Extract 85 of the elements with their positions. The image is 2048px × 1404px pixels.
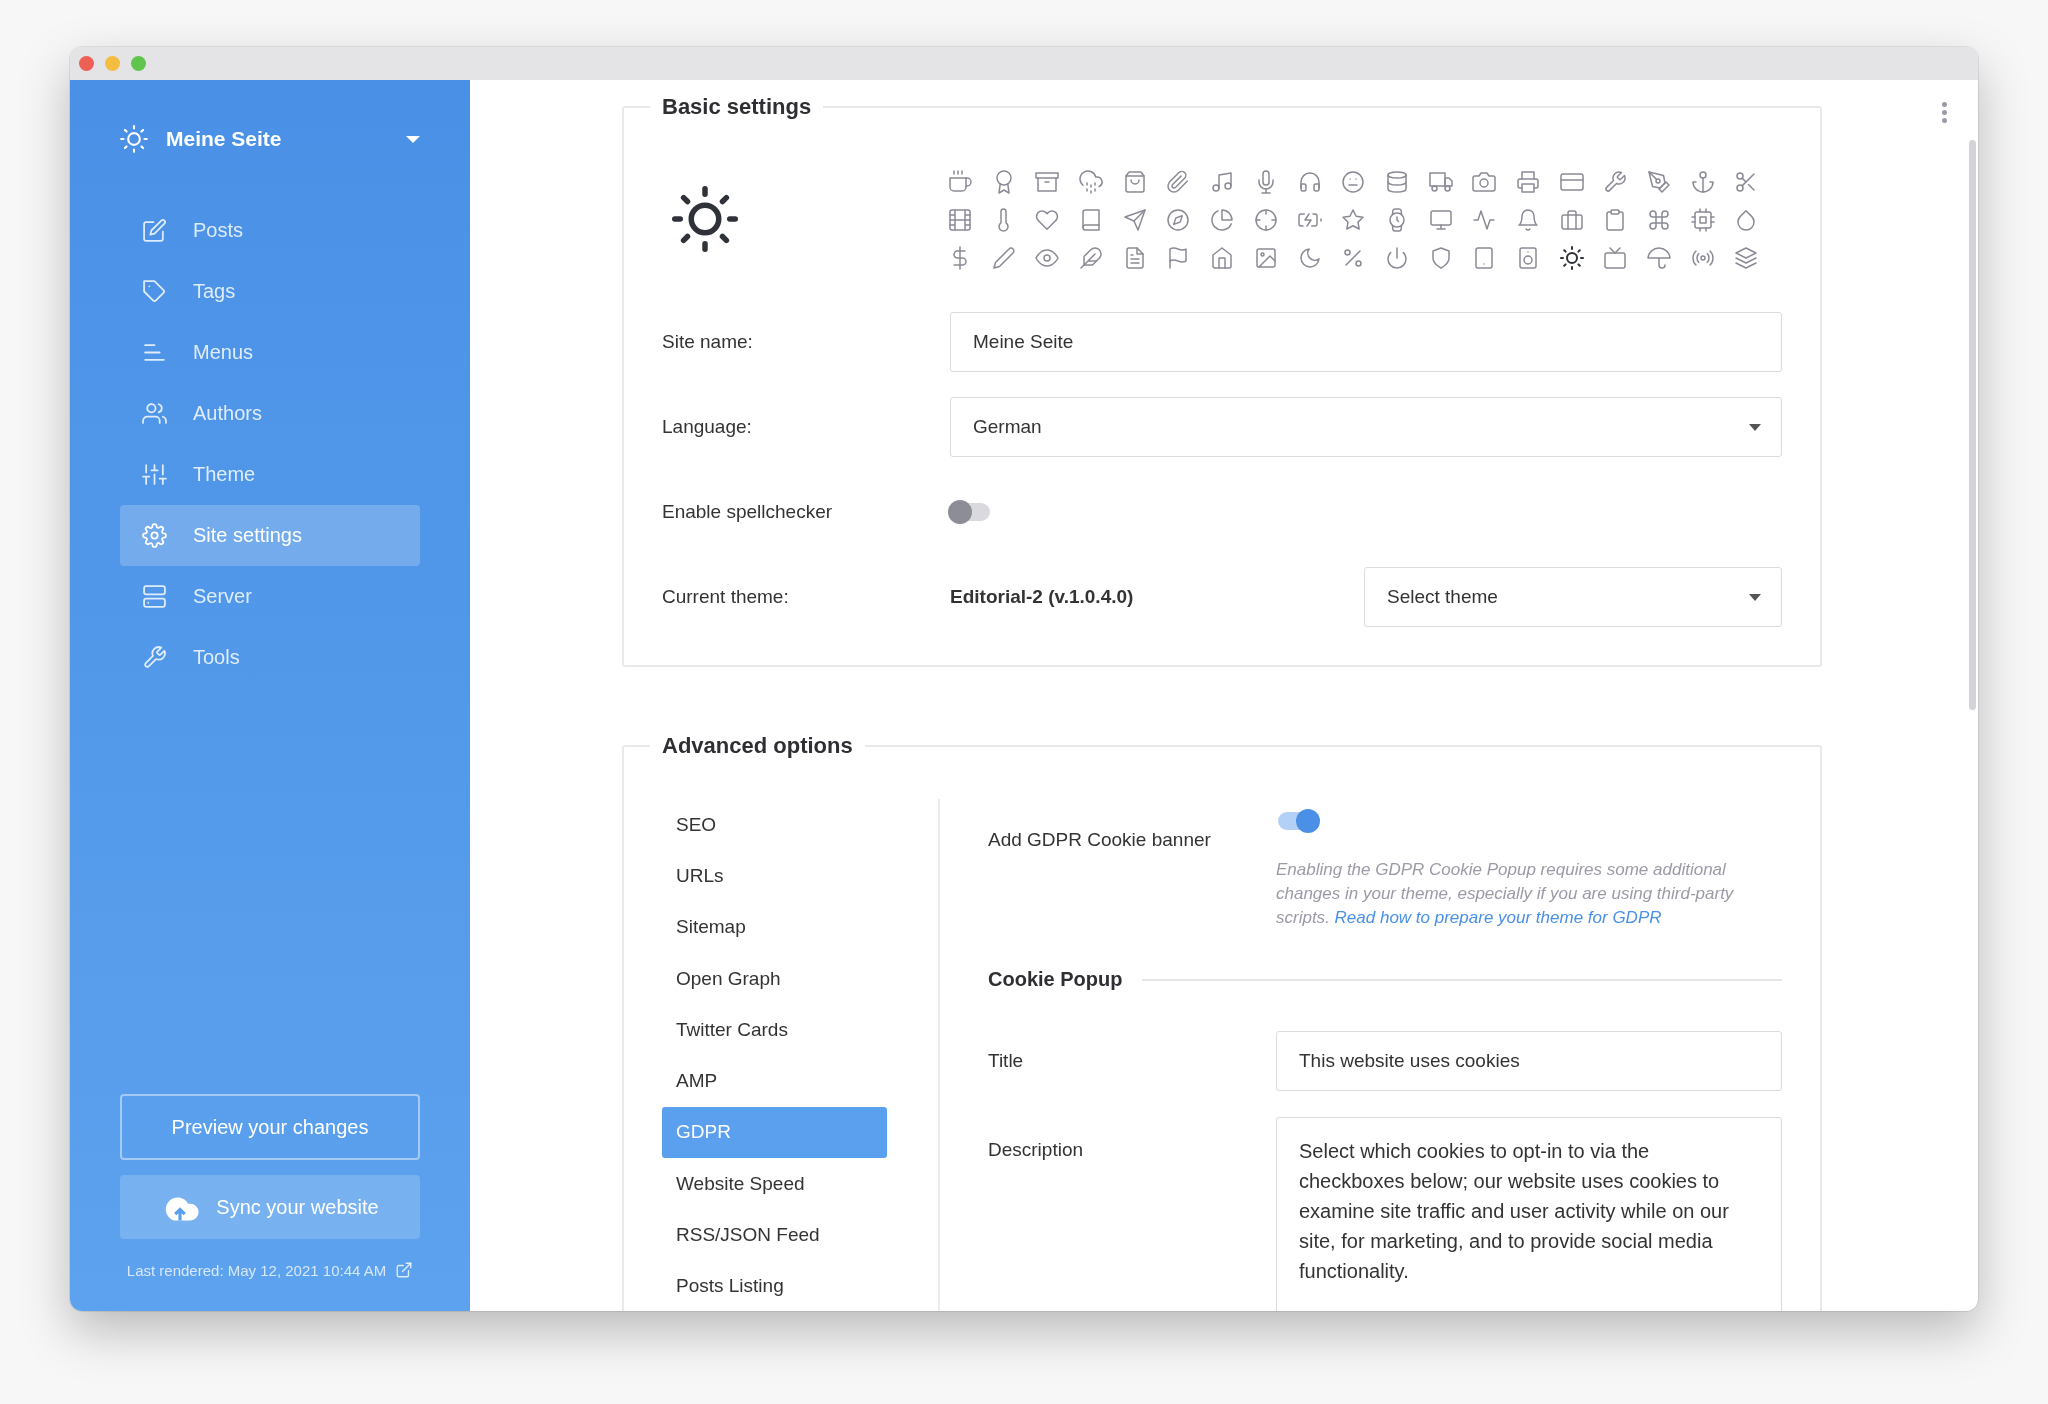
paperclip-icon[interactable]: [1166, 170, 1191, 194]
archive-icon[interactable]: [1035, 170, 1060, 194]
last-rendered-text: Last rendered: May 12, 2021 10:44 AM: [126, 1261, 387, 1279]
field-label: Add GDPR Cookie banner: [988, 829, 1212, 851]
music-note-icon[interactable]: [1210, 170, 1235, 194]
umbrella-icon[interactable]: [1647, 246, 1671, 270]
tab[interactable]: Open Graph: [662, 952, 887, 1005]
tv-icon[interactable]: [1603, 246, 1628, 270]
wrench-icon[interactable]: [1603, 170, 1628, 194]
theme-name: Editorial-2 (v.1.0.4.0): [950, 586, 1135, 608]
tab[interactable]: Posts Listing: [662, 1260, 887, 1311]
film-icon[interactable]: [948, 208, 972, 232]
text-area[interactable]: Select which cookies to opt-in to via the checkboxes below; our website uses cookies to examine site traffic and user activity while on our site, for marketing, and to provide social media functionality.: [1276, 1117, 1782, 1311]
eye-icon[interactable]: [1035, 246, 1060, 270]
server-icon: [142, 584, 167, 609]
database-icon[interactable]: [1384, 170, 1409, 194]
tab[interactable]: Sitemap: [662, 901, 887, 953]
bell-icon[interactable]: [1515, 208, 1540, 232]
subsection-title: Cookie Popup: [988, 968, 1123, 991]
sun-icon: [672, 186, 738, 252]
layers-icon[interactable]: [1734, 246, 1759, 270]
house-icon[interactable]: [1210, 246, 1235, 270]
help-text: Enabling the GDPR Cookie Popup requires some additional changes in your theme, especially if you are using third-party scripts. Read how to prepare your theme for GDPR: [1276, 859, 1735, 929]
dropdown[interactable]: German: [950, 397, 1782, 457]
cpu-icon[interactable]: [1690, 208, 1715, 232]
more-options-icon[interactable]: [1942, 102, 1947, 107]
moon-icon[interactable]: [1297, 246, 1322, 270]
credit-card-icon[interactable]: [1559, 170, 1584, 194]
star-icon[interactable]: [1341, 208, 1366, 232]
feather-icon[interactable]: [1079, 246, 1104, 270]
heart-icon[interactable]: [1035, 208, 1060, 232]
crosshair-icon[interactable]: [1253, 208, 1278, 232]
neutral-face-icon[interactable]: [1341, 170, 1366, 194]
field-label: Title: [988, 1050, 1025, 1072]
shopping-bag-icon[interactable]: [1122, 170, 1147, 194]
cloud-drizzle-icon[interactable]: [1079, 170, 1104, 194]
briefcase-icon[interactable]: [1559, 208, 1584, 232]
external-link-icon[interactable]: [395, 1261, 414, 1279]
pencil-icon[interactable]: [991, 246, 1016, 270]
field-label: Current theme:: [662, 586, 790, 608]
section-title: Basic settings: [661, 94, 813, 120]
sun-icon: [120, 125, 148, 153]
compass-icon[interactable]: [1166, 208, 1191, 232]
close-button[interactable]: [79, 56, 94, 71]
zoom-button[interactable]: [131, 56, 146, 71]
tab[interactable]: RSS/JSON Feed: [662, 1209, 887, 1261]
tab[interactable]: Website Speed: [662, 1158, 887, 1210]
field-label: Description: [988, 1139, 1085, 1161]
wrench-icon: [142, 645, 167, 670]
field-label: Language:: [662, 416, 753, 438]
site-name: Meine Seite: [166, 127, 283, 151]
toggle-switch[interactable]: [950, 503, 990, 521]
power-icon[interactable]: [1384, 246, 1409, 270]
paper-plane-icon[interactable]: [1122, 208, 1147, 232]
pen-nib-icon[interactable]: [1647, 170, 1671, 194]
camera-icon[interactable]: [1472, 170, 1497, 194]
field-label: Site name:: [662, 331, 754, 353]
command-key-icon[interactable]: [1647, 208, 1671, 232]
tab[interactable]: AMP: [662, 1055, 887, 1107]
pulse-icon[interactable]: [1472, 208, 1497, 232]
people-icon: [142, 401, 167, 426]
anchor-icon[interactable]: [1690, 170, 1715, 194]
sliders-icon: [142, 462, 167, 487]
text-field[interactable]: Meine Seite: [950, 312, 1782, 372]
tab[interactable]: Twitter Cards: [662, 1004, 887, 1056]
scrollbar-thumb[interactable]: [1969, 140, 1976, 710]
monitor-icon[interactable]: [1428, 208, 1453, 232]
truck-icon[interactable]: [1428, 170, 1453, 194]
dropdown[interactable]: Select theme: [1364, 567, 1782, 627]
caret-icon: [406, 135, 420, 143]
toggle-switch[interactable]: [1278, 812, 1318, 830]
tab[interactable]: URLs: [662, 850, 887, 902]
coffee-cup-icon[interactable]: [948, 170, 972, 194]
image-icon[interactable]: [1253, 246, 1278, 270]
settings-icon: [142, 523, 167, 548]
pencil-square-icon: [142, 218, 167, 243]
section-title: Advanced options: [661, 733, 854, 759]
printer-icon[interactable]: [1515, 170, 1540, 194]
tab[interactable]: SEO: [662, 799, 887, 851]
headphones-icon[interactable]: [1297, 170, 1322, 194]
text-field[interactable]: This website uses cookies: [1276, 1031, 1782, 1091]
sun-icon[interactable]: [1559, 246, 1584, 270]
pie-chart-icon[interactable]: [1210, 208, 1235, 232]
tag-icon: [142, 279, 167, 304]
field-label: Enable spellchecker: [662, 501, 834, 523]
